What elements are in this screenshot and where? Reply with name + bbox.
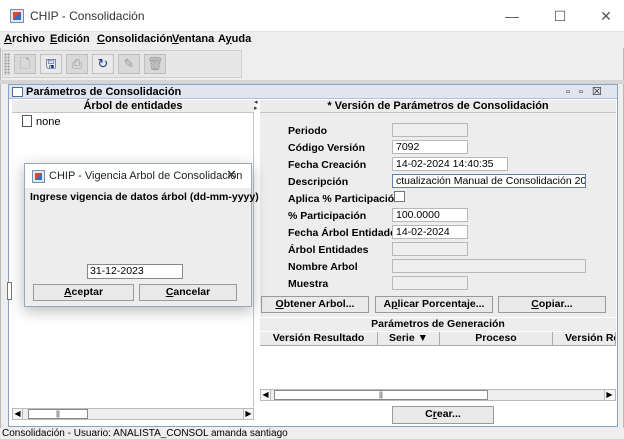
generation-panel-header: Parámetros de Generación bbox=[260, 318, 616, 331]
tree-panel-header: Árbol de entidades bbox=[12, 100, 254, 113]
codigo-version-field[interactable]: 7092 bbox=[392, 140, 468, 154]
tree-leaf-icon bbox=[22, 115, 32, 127]
cancelar-button[interactable]: Cancelar bbox=[139, 284, 237, 301]
muestra-field[interactable] bbox=[392, 276, 468, 290]
label-codigo-version: Código Versión bbox=[288, 142, 366, 154]
label-fecha-creacion: Fecha Creación bbox=[288, 159, 367, 171]
dialog-close-icon[interactable]: ✕ bbox=[226, 167, 237, 183]
close-button[interactable]: ✕ bbox=[590, 6, 622, 26]
toolbar-grip[interactable] bbox=[4, 53, 10, 75]
label-descripcion: Descripción bbox=[288, 176, 349, 188]
aplica-participacion-checkbox[interactable] bbox=[394, 191, 405, 202]
save-icon[interactable]: 🖫 bbox=[40, 54, 62, 74]
new-document-icon[interactable]: 🗋 bbox=[14, 54, 36, 74]
scroll-right-icon[interactable]: ▶ bbox=[243, 409, 253, 419]
menu-ventana[interactable]: Ventana bbox=[172, 33, 214, 45]
dialog-prompt: Ingrese vigencia de datos árbol (dd-mm-y… bbox=[30, 191, 259, 203]
hidden-panel-edge bbox=[7, 282, 12, 300]
minimize-button[interactable]: — bbox=[496, 6, 528, 26]
scroll-right-icon[interactable]: ▶ bbox=[604, 390, 614, 400]
menu-edicion[interactable]: Edición bbox=[50, 33, 90, 45]
internal-frame-title: Parámetros de Consolidación bbox=[26, 86, 182, 98]
copiar-button[interactable]: Copiar... bbox=[498, 296, 606, 313]
crear-button[interactable]: Crear... bbox=[392, 406, 494, 424]
column-header-version-resultado[interactable]: Versión Resultado bbox=[260, 332, 378, 346]
label-participacion: % Participación bbox=[288, 210, 367, 222]
scroll-left-icon[interactable]: ◀ bbox=[13, 409, 23, 419]
fecha-arbol-field[interactable]: 14-02-2024 bbox=[392, 225, 468, 239]
scroll-left-icon[interactable]: ◀ bbox=[261, 390, 271, 400]
version-panel-header: * Versión de Parámetros de Consolidación bbox=[260, 100, 616, 113]
column-header-version-re[interactable]: Versión Re bbox=[553, 332, 616, 346]
fecha-creacion-field[interactable]: 14-02-2024 14:40:35 bbox=[392, 157, 508, 171]
window-title: CHIP - Consolidación bbox=[30, 9, 145, 23]
label-nombre-arbol: Nombre Arbol bbox=[288, 261, 358, 273]
label-aplica-participacion: Aplica % Participación bbox=[288, 193, 401, 205]
aplicar-porcentaje-button[interactable]: Aplicar Porcentaje... bbox=[375, 296, 493, 313]
app-icon bbox=[10, 9, 24, 23]
dialog-title: CHIP - Vigencia Arbol de Consolidación bbox=[49, 170, 243, 182]
label-periodo: Periodo bbox=[288, 125, 328, 137]
label-arbol-entidades: Árbol Entidades bbox=[288, 244, 369, 256]
dialog-app-icon bbox=[32, 170, 45, 183]
tree-node[interactable]: none bbox=[36, 116, 60, 128]
participacion-field[interactable]: 100.0000 bbox=[392, 208, 468, 222]
status-bar: Consolidación - Usuario: ANALISTA_CONSOL… bbox=[0, 428, 624, 439]
label-fecha-arbol: Fecha Árbol Entidades bbox=[288, 227, 402, 239]
menu-consolidacion[interactable]: Consolidación bbox=[97, 33, 173, 45]
column-header-serie[interactable]: Serie ▼ bbox=[378, 332, 440, 346]
generation-scroll-thumb[interactable]: || bbox=[274, 390, 488, 400]
periodo-field[interactable] bbox=[392, 123, 468, 137]
column-header-proceso[interactable]: Proceso bbox=[440, 332, 553, 346]
nombre-arbol-field[interactable] bbox=[392, 259, 586, 273]
edit-icon[interactable]: ✎ bbox=[118, 54, 140, 74]
obtener-arbol-button[interactable]: Obtener Arbol... bbox=[261, 296, 369, 313]
maximize-button[interactable]: ☐ bbox=[544, 6, 576, 26]
refresh-icon[interactable]: ↻ bbox=[92, 54, 114, 74]
descripcion-field[interactable]: ctualización Manual de Consolidación 202… bbox=[392, 174, 586, 188]
delete-icon[interactable]: 🗑 bbox=[144, 54, 166, 74]
menu-ayuda[interactable]: Ayuda bbox=[218, 33, 251, 45]
frame-window-controls[interactable]: ▫ ▫ ☒ bbox=[566, 85, 605, 98]
frame-icon bbox=[12, 87, 23, 97]
vigencia-date-input[interactable]: 31-12-2023 bbox=[87, 264, 183, 279]
aceptar-button[interactable]: Aceptar bbox=[33, 284, 134, 301]
menu-archivo[interactable]: Archivo bbox=[4, 33, 45, 45]
arbol-entidades-field[interactable] bbox=[392, 242, 468, 256]
menu-bar bbox=[0, 32, 624, 48]
print-icon[interactable]: ⎙ bbox=[66, 54, 88, 74]
label-muestra: Muestra bbox=[288, 278, 329, 290]
tree-scroll-thumb[interactable]: || bbox=[28, 409, 88, 419]
